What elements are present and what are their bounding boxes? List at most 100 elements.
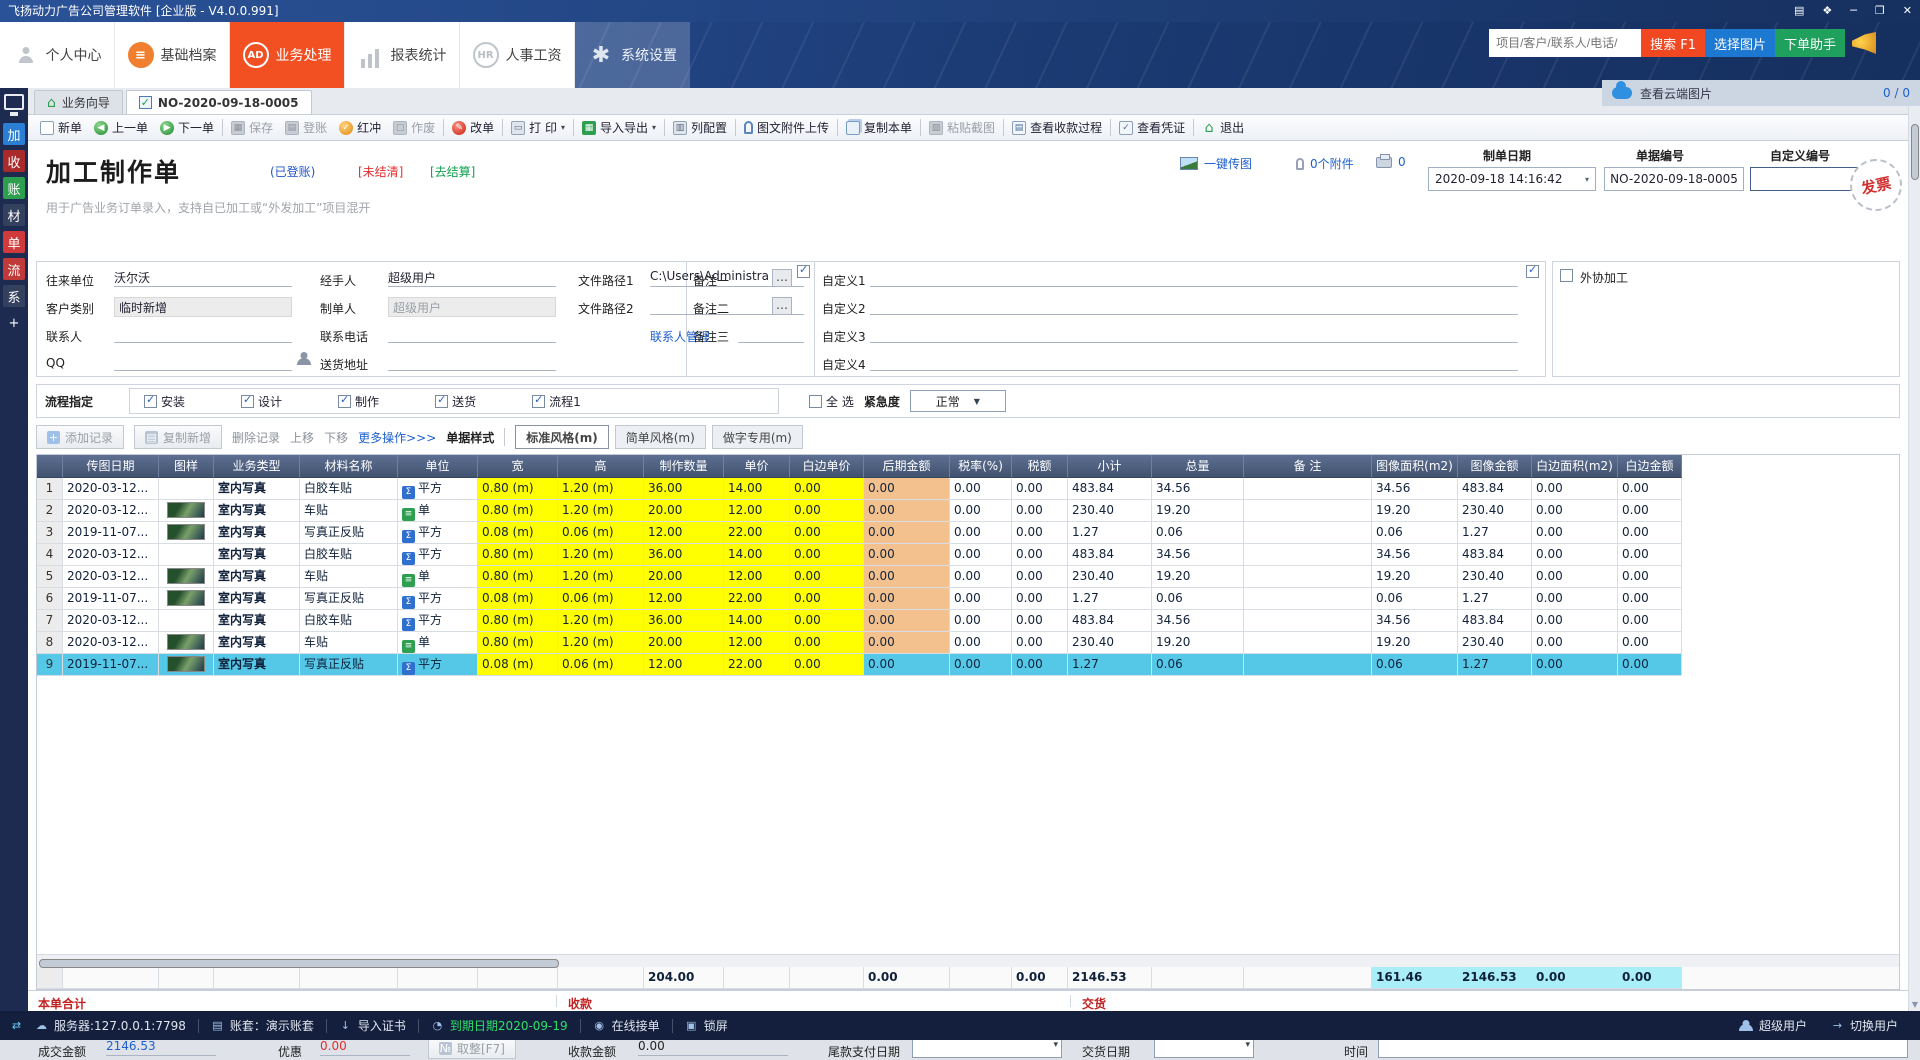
style-tab-1[interactable]: 标准风格(m): [515, 425, 608, 449]
col-header-price[interactable]: 单价: [724, 455, 790, 478]
cell-material[interactable]: 车贴: [300, 566, 398, 588]
cell-rate[interactable]: 0.00: [950, 632, 1012, 654]
search-input[interactable]: [1489, 29, 1641, 57]
move-up-button[interactable]: 上移: [290, 429, 314, 446]
more-actions-link[interactable]: 更多操作>>>: [358, 429, 436, 446]
flow-step-checkbox[interactable]: [241, 395, 254, 408]
toolbar-printer-button[interactable]: ▭打 印▾: [505, 116, 571, 140]
flow-step-3[interactable]: 制作: [338, 393, 379, 410]
cell-price[interactable]: 14.00: [724, 478, 790, 500]
cell-post[interactable]: 0.00: [864, 500, 950, 522]
flow-step-2[interactable]: 设计: [241, 393, 282, 410]
cell-type[interactable]: 室内写真: [214, 632, 300, 654]
cert-status[interactable]: ↓导入证书: [327, 1011, 418, 1040]
toolbar-voucher-button[interactable]: ✓查看凭证: [1113, 116, 1191, 140]
cell-no[interactable]: 4: [37, 544, 63, 566]
cell-tax[interactable]: 0.00: [1012, 566, 1068, 588]
flow-step-checkbox[interactable]: [435, 395, 448, 408]
cell-unit[interactable]: Σ平方: [398, 522, 478, 544]
add-record-button[interactable]: +添加记录: [36, 425, 124, 449]
row-thumbnail[interactable]: [167, 568, 205, 584]
flow-step-1[interactable]: 安装: [144, 393, 185, 410]
make-date-field[interactable]: 2020-09-18 14:16:42▾: [1428, 167, 1596, 191]
custom-group-checkbox[interactable]: [1526, 265, 1539, 278]
cell-tax[interactable]: 0.00: [1012, 500, 1068, 522]
cloud-image-bar[interactable]: 查看云端图片 0 / 0: [1602, 80, 1920, 106]
col-header-iamt[interactable]: 图像金额: [1458, 455, 1532, 478]
cell-remark[interactable]: [1244, 566, 1372, 588]
cell-img[interactable]: [159, 610, 214, 632]
cell-price[interactable]: 14.00: [724, 610, 790, 632]
outsource-checkbox[interactable]: [1560, 269, 1573, 282]
cell-w[interactable]: 0.80 (m): [478, 544, 558, 566]
cell-h[interactable]: 0.06 (m): [558, 522, 644, 544]
cell-qty[interactable]: 20.00: [644, 632, 724, 654]
cell-type[interactable]: 室内写真: [214, 500, 300, 522]
cell-h[interactable]: 0.06 (m): [558, 654, 644, 676]
cell-iarea[interactable]: 19.20: [1372, 632, 1458, 654]
col-header-w[interactable]: 宽: [478, 455, 558, 478]
sidebar-item-3[interactable]: 账: [3, 177, 25, 199]
contact-input[interactable]: [114, 325, 292, 343]
server-status[interactable]: ☁服务器:127.0.0.1:7798: [23, 1011, 198, 1040]
cell-material[interactable]: 车贴: [300, 632, 398, 654]
delivery-date-dropdown[interactable]: [1154, 1037, 1254, 1058]
col-header-no[interactable]: [37, 455, 63, 478]
col-header-remark[interactable]: 备 注: [1244, 455, 1372, 478]
prefer-value[interactable]: 0.00: [320, 1039, 410, 1056]
cell-post[interactable]: 0.00: [864, 610, 950, 632]
cell-h[interactable]: 1.20 (m): [558, 632, 644, 654]
vertical-scrollbar[interactable]: ▲ ▼: [1908, 88, 1920, 1011]
attachments-link[interactable]: 0个附件: [1296, 155, 1354, 172]
urgency-dropdown[interactable]: 正常▼: [910, 390, 1006, 412]
cell-tax[interactable]: 0.00: [1012, 544, 1068, 566]
col-header-tot[interactable]: 总量: [1152, 455, 1244, 478]
cell-earea[interactable]: 0.00: [1532, 588, 1618, 610]
close-icon[interactable]: ✕: [1903, 0, 1912, 22]
cell-unit[interactable]: Σ平方: [398, 544, 478, 566]
cell-qty[interactable]: 12.00: [644, 522, 724, 544]
cell-eamt[interactable]: 0.00: [1618, 500, 1682, 522]
nav-tab-settings[interactable]: ✱系统设置: [575, 22, 690, 88]
cell-type[interactable]: 室内写真: [214, 610, 300, 632]
cell-edge_price[interactable]: 0.00: [790, 610, 864, 632]
pay-amount-value[interactable]: 0.00: [638, 1039, 788, 1056]
cell-eamt[interactable]: 0.00: [1618, 522, 1682, 544]
cell-price[interactable]: 22.00: [724, 588, 790, 610]
cell-sub[interactable]: 483.84: [1068, 610, 1152, 632]
cell-material[interactable]: 写真正反贴: [300, 588, 398, 610]
cell-iamt[interactable]: 230.40: [1458, 566, 1532, 588]
cell-date[interactable]: 2019-11-07...: [63, 522, 159, 544]
cell-qty[interactable]: 36.00: [644, 544, 724, 566]
address-input[interactable]: [388, 353, 556, 371]
cell-date[interactable]: 2020-03-12...: [63, 610, 159, 632]
cell-no[interactable]: 7: [37, 610, 63, 632]
col-header-eamt[interactable]: 白边金额: [1618, 455, 1682, 478]
toolbar-editorder-button[interactable]: ✎改单: [446, 116, 500, 140]
customer_type-input[interactable]: 临时新增: [114, 297, 292, 317]
cell-eamt[interactable]: 0.00: [1618, 632, 1682, 654]
table-row[interactable]: 22020-03-12...室内写真车贴≡单0.80 (m)1.20 (m)20…: [37, 500, 1899, 522]
cell-qty[interactable]: 36.00: [644, 610, 724, 632]
cell-date[interactable]: 2020-03-12...: [63, 544, 159, 566]
custom3-input[interactable]: [870, 325, 1518, 343]
cell-iamt[interactable]: 230.40: [1458, 632, 1532, 654]
cell-h[interactable]: 1.20 (m): [558, 610, 644, 632]
notes-icon[interactable]: ▤: [1794, 0, 1804, 22]
flow-step-checkbox[interactable]: [532, 395, 545, 408]
vscroll-thumb[interactable]: [1911, 124, 1919, 180]
horizontal-scrollbar[interactable]: [37, 954, 1899, 967]
table-row[interactable]: 52020-03-12...室内写真车贴≡单0.80 (m)1.20 (m)20…: [37, 566, 1899, 588]
online-order-status[interactable]: ◉在线接单: [581, 1011, 672, 1040]
print-count-link[interactable]: 0: [1376, 155, 1406, 169]
cell-date[interactable]: 2020-03-12...: [63, 632, 159, 654]
cell-no[interactable]: 6: [37, 588, 63, 610]
monitor-icon[interactable]: [4, 94, 24, 110]
cell-iarea[interactable]: 34.56: [1372, 610, 1458, 632]
cell-h[interactable]: 1.20 (m): [558, 478, 644, 500]
cell-edge_price[interactable]: 0.00: [790, 588, 864, 610]
cell-tax[interactable]: 0.00: [1012, 632, 1068, 654]
cell-type[interactable]: 室内写真: [214, 588, 300, 610]
flow-step-checkbox[interactable]: [338, 395, 351, 408]
sidebar-item-8[interactable]: +: [3, 312, 25, 334]
